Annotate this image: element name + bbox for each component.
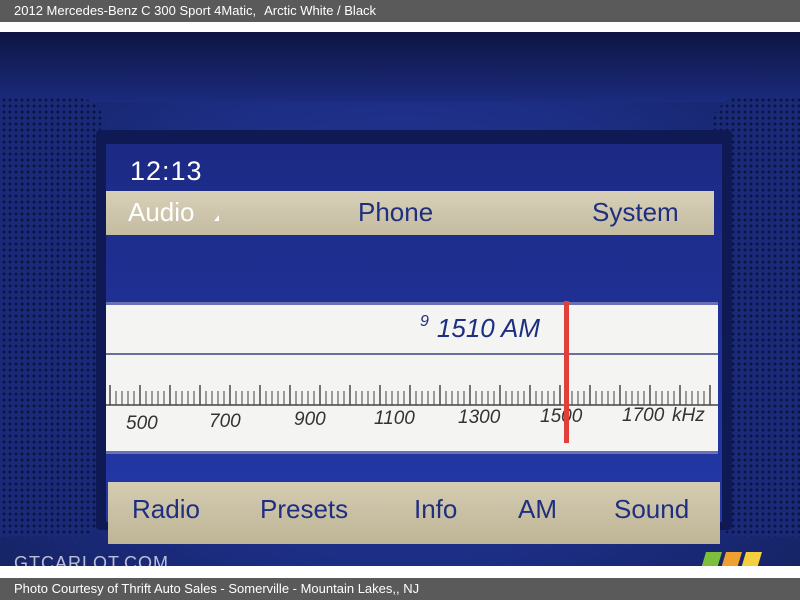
clock: 12:13 xyxy=(130,156,203,186)
menu-phone[interactable]: Phone xyxy=(358,197,433,228)
caption-color: Arctic White / Black xyxy=(264,3,377,18)
scale-label-1300: 1300 xyxy=(458,407,501,428)
menu-audio[interactable]: Audio xyxy=(128,197,195,228)
dashboard-trim xyxy=(0,32,800,102)
tuning-needle xyxy=(564,301,569,443)
readout-divider xyxy=(106,353,718,355)
scale-label-1100: 1100 xyxy=(374,408,415,429)
watermark-logo: GTCARLOT.COM xyxy=(14,553,170,566)
menu-info[interactable]: Info xyxy=(414,494,457,525)
scale-label-1700: 1700 xyxy=(622,405,665,426)
white-band-bottom xyxy=(0,566,800,578)
menu-radio[interactable]: Radio xyxy=(132,494,200,525)
frequency-value: 1510 AM xyxy=(436,313,541,343)
caret-up-icon xyxy=(214,215,219,221)
preset-number: 9 xyxy=(420,313,429,330)
menu-system[interactable]: System xyxy=(592,197,679,228)
scale-ticks xyxy=(106,385,718,406)
caption-bar: 2012 Mercedes-Benz C 300 Sport 4Matic, Ar… xyxy=(0,0,800,22)
tuning-scale[interactable]: 500 700 900 1100 1300 1500 1700 kHz xyxy=(106,365,718,445)
credit-bar: Photo Courtesy of Thrift Auto Sales - So… xyxy=(0,578,800,600)
frequency-panel: 9 1510 AM 500 700 900 1100 1300 1500 1700… xyxy=(106,301,718,454)
scale-label-1500: 1500 xyxy=(540,406,583,427)
comand-screen: 12:13 Audio Phone System 9 1510 AM 500 70… xyxy=(106,144,722,544)
caption-vehicle: 2012 Mercedes-Benz C 300 Sport 4Matic, xyxy=(14,3,257,18)
menu-sound[interactable]: Sound xyxy=(614,494,689,525)
menu-presets[interactable]: Presets xyxy=(260,494,348,525)
photo-credit: Photo Courtesy of Thrift Auto Sales - So… xyxy=(14,581,420,596)
frequency-readout: 9 1510 AM xyxy=(420,313,540,344)
bottom-menu: Radio Presets Info AM Sound xyxy=(108,482,720,544)
scale-label-700: 700 xyxy=(209,411,241,432)
scale-label-500: 500 xyxy=(126,413,158,434)
menu-am[interactable]: AM xyxy=(518,494,557,525)
top-menu: Audio Phone System xyxy=(106,191,714,235)
speaker-grille-left xyxy=(0,97,105,537)
scale-unit: kHz xyxy=(672,405,705,426)
scale-label-900: 900 xyxy=(294,409,326,430)
dashboard-photo: 12:13 Audio Phone System 9 1510 AM 500 70… xyxy=(0,32,800,566)
white-band-top xyxy=(0,22,800,32)
